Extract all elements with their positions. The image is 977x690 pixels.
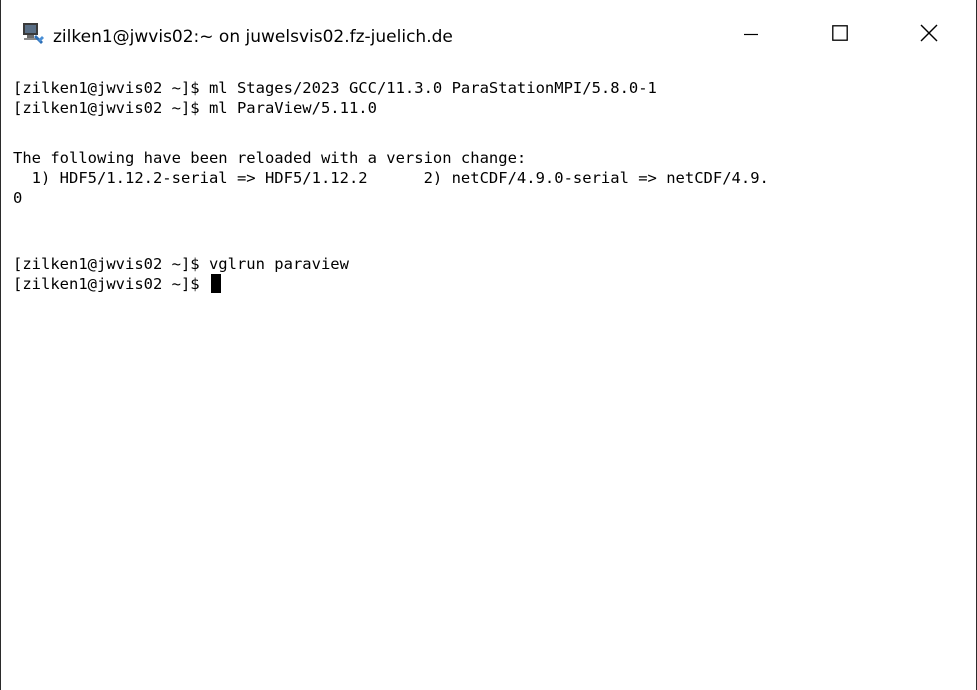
maximize-icon [832, 25, 848, 45]
maximize-button[interactable] [817, 16, 863, 54]
window-title: zilken1@jwvis02:~ on juwelsvis02.fz-juel… [53, 27, 453, 47]
minimize-icon [744, 26, 758, 45]
terminal-prompt-line[interactable]: [zilken1@jwvis02 ~]$ [13, 274, 221, 294]
terminal-output[interactable]: [zilken1@jwvis02 ~]$ ml Stages/2023 GCC/… [13, 72, 975, 690]
terminal-line: 1) HDF5/1.12.2-serial => HDF5/1.12.2 2) … [13, 169, 769, 187]
terminal-window-icon[interactable] [22, 22, 45, 45]
close-icon [920, 24, 938, 46]
terminal-line: [zilken1@jwvis02 ~]$ ml Stages/2023 GCC/… [13, 79, 657, 97]
terminal-prompt: [zilken1@jwvis02 ~]$ [13, 275, 209, 293]
text-cursor [210, 274, 221, 293]
terminal-line: The following have been reloaded with a … [13, 149, 527, 167]
terminal-line: [zilken1@jwvis02 ~]$ vglrun paraview [13, 255, 349, 273]
close-button[interactable] [906, 16, 952, 54]
terminal-line: 0 [13, 189, 23, 207]
title-bar[interactable]: zilken1@jwvis02:~ on juwelsvis02.fz-juel… [1, 0, 976, 72]
terminal-window: zilken1@jwvis02:~ on juwelsvis02.fz-juel… [0, 0, 977, 690]
terminal-line: [zilken1@jwvis02 ~]$ ml ParaView/5.11.0 [13, 99, 377, 117]
minimize-button[interactable] [728, 16, 774, 54]
